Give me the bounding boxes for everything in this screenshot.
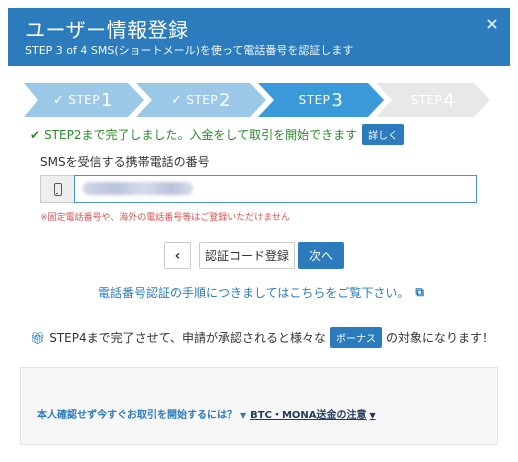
next-button[interactable]: 次へ [298, 242, 344, 269]
check-icon: ✓ [170, 92, 183, 108]
footer-link-2-text: BTC・MONA送金の注意 [250, 410, 367, 421]
check-icon: ✓ [52, 92, 65, 108]
start-trading-without-verification-link[interactable]: 本人確認せず今すぐお取引を開始するには？ ▼ [37, 406, 246, 421]
modal-title: ユーザー情報登録 [25, 18, 189, 42]
step-1-prefix: STEP [68, 93, 101, 107]
notice-text: STEP2まで完了しました。入金をして取引を開始できます [44, 128, 358, 142]
check-icon: ✔ [30, 127, 41, 142]
modal-subtitle: STEP 3 of 4 SMS(ショートメール)を使って電話番号を認証します [25, 44, 354, 57]
step-1: ✓ STEP 1 [38, 83, 128, 117]
step-complete-notice: ✔ STEP2まで完了しました。入金をして取引を開始できます 詳しく [30, 124, 405, 145]
step-2-number: 2 [219, 89, 232, 111]
details-button[interactable]: 詳しく [362, 124, 405, 145]
btc-mona-transfer-notice-link[interactable]: BTC・MONA送金の注意 ▼ [250, 406, 376, 421]
step-3: STEP 3 [274, 83, 368, 117]
step-4-prefix: STEP [410, 93, 443, 107]
close-icon[interactable]: × [484, 16, 500, 32]
caret-down-icon: ▼ [369, 411, 376, 420]
blurred-phone-number [83, 182, 193, 195]
step-4: STEP 4 [392, 83, 474, 117]
mobile-phone-icon [53, 182, 62, 196]
footer-links: 本人確認せず今すぐお取引を開始するには？ ▼ BTC・MONA送金の注意 ▼ [37, 406, 376, 421]
phone-field-warning: ※固定電話番号や、海外の電話番号等はご登録いただけません [40, 213, 291, 223]
register-code-button[interactable]: 認証コード登録 [199, 242, 295, 269]
step-4-number: 4 [443, 89, 456, 111]
bonus-info-before: STEP4まで完了させて、申請が承認されると様々な [49, 331, 327, 345]
action-buttons: ‹ 認証コード登録 次へ [164, 242, 344, 269]
step-2: ✓ STEP 2 [152, 83, 250, 117]
bonus-badge: ボーナス [330, 327, 383, 348]
phone-input-group [40, 175, 477, 203]
modal-header: ユーザー情報登録 STEP 3 of 4 SMS(ショートメール)を使って電話番… [8, 8, 510, 66]
back-button[interactable]: ‹ [164, 242, 191, 269]
footer-link-1-text: 本人確認せず今すぐお取引を開始するには？ [37, 410, 237, 421]
external-link-icon: ⧉ [415, 285, 424, 299]
phone-field-label: SMSを受信する携帯電話の番号 [40, 155, 210, 169]
gift-icon: 🎁︎ [30, 330, 46, 345]
phone-verification-guide-link[interactable]: 電話番号認証の手順につきましてはこちらをご覧下さい。 ⧉ [98, 284, 424, 301]
step-3-number: 3 [331, 89, 344, 111]
step-indicator: ✓ STEP 1 ✓ STEP 2 STEP 3 STEP 4 [24, 83, 490, 117]
step-2-prefix: STEP [186, 93, 219, 107]
caret-down-icon: ▼ [240, 411, 247, 420]
step-3-prefix: STEP [298, 93, 331, 107]
phone-addon [40, 175, 74, 203]
step-1-number: 1 [101, 89, 114, 111]
bonus-info-after: の対象になります！ [386, 331, 495, 345]
guide-link-text: 電話番号認証の手順につきましてはこちらをご覧下さい。 [98, 286, 410, 300]
footer-panel: 本人確認せず今すぐお取引を開始するには？ ▼ BTC・MONA送金の注意 ▼ [20, 367, 498, 445]
bonus-info: 🎁︎ STEP4まで完了させて、申請が承認されると様々な ボーナス の対象になり… [30, 327, 494, 348]
